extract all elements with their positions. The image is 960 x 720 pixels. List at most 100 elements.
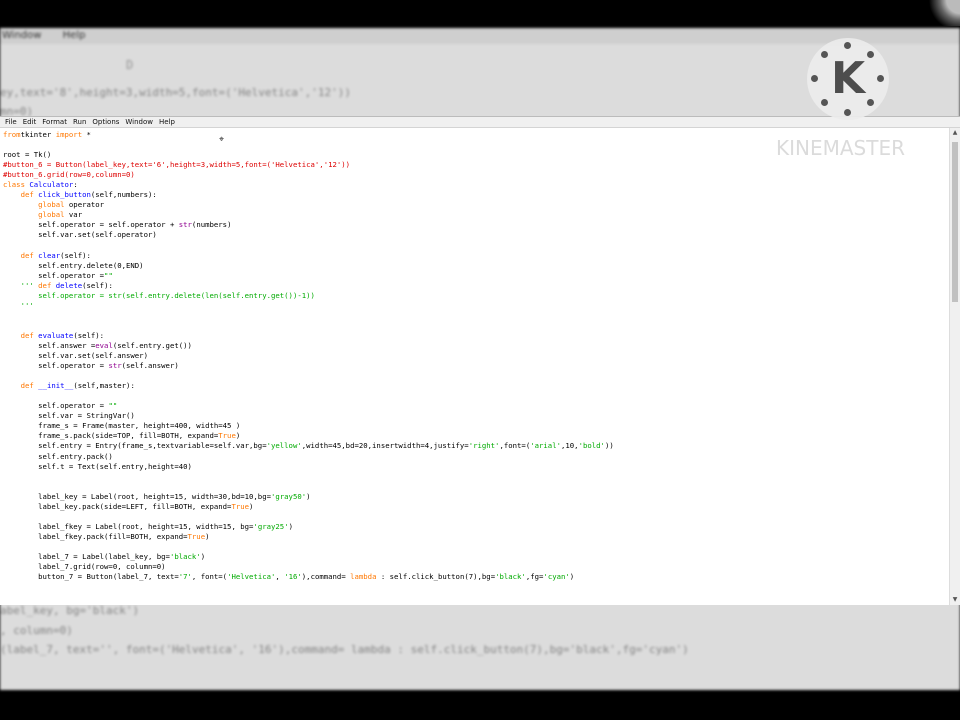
code-token: , font=( [191, 572, 228, 582]
menu-edit[interactable]: Edit [21, 117, 41, 127]
code-token: ,10, [561, 441, 579, 451]
code-token: "" [108, 401, 118, 411]
code-token: )) [604, 441, 614, 451]
code-line: #button_6.grid(row=0,column=0) [3, 170, 950, 180]
code-token: global [38, 200, 65, 210]
background-code-line: , column=0) [0, 623, 73, 637]
code-line: def __init__(self,master): [3, 381, 950, 391]
menu-options[interactable]: Options [90, 117, 123, 127]
code-text[interactable]: fromtkinter import * root = Tk() #button_… [0, 128, 950, 582]
code-token: self.entry.pack() [3, 451, 113, 461]
code-token: __init__ [38, 381, 74, 391]
code-line: self.answer =eval(self.entry.get()) [3, 341, 950, 351]
editor-window: File Edit Format Run Options Window Help… [0, 116, 960, 605]
code-token: 'arial' [530, 441, 561, 451]
code-token: ) [235, 431, 241, 441]
code-line: self.operator = str(self.answer) [3, 361, 950, 371]
code-line: def evaluate(self): [3, 331, 950, 341]
code-token: tkinter [20, 130, 56, 139]
code-token: '16' [284, 572, 302, 582]
code-line: self.entry = Entry(frame_s,textvariable=… [3, 441, 950, 451]
scroll-up-arrow-icon[interactable]: ▲ [950, 128, 960, 138]
code-token: global [38, 210, 65, 220]
code-token: def [33, 280, 52, 290]
code-token: eval [95, 340, 113, 350]
menu-run[interactable]: Run [71, 117, 90, 127]
code-token: button_7 = Button(label_7, text= [3, 572, 179, 582]
code-token: (self): [82, 280, 113, 290]
code-token: : self.click_button(7),bg= [376, 572, 496, 582]
background-menu-help: Help [62, 30, 86, 41]
code-line: label_7.grid(row=0, column=0) [3, 562, 950, 572]
code-token: ,width=45,bd=20,insertwidth=4,justify= [301, 441, 469, 451]
code-token: var [64, 210, 83, 220]
code-token: ) [306, 491, 311, 501]
code-token: def [20, 330, 34, 340]
menu-window[interactable]: Window [123, 117, 157, 127]
code-token: from [3, 130, 21, 139]
code-token: label_fkey = Label(root, height=15, widt… [3, 521, 254, 531]
code-token: ),command= [301, 572, 351, 582]
code-token: 'gray25' [253, 521, 289, 531]
code-token: #button_6.grid(row=0,column=0) [3, 170, 135, 180]
code-token: lambda [350, 572, 377, 582]
code-line: label_fkey.pack(fill=BOTH, expand=True) [3, 532, 950, 542]
code-line: button_7 = Button(label_7, text='7', fon… [3, 572, 950, 582]
code-token: click_button [38, 190, 91, 200]
code-line: ''' def delete(self): [3, 281, 950, 291]
code-token: ) [249, 501, 254, 511]
background-code-line: ey,text='8',height=3,width=5,font=('Helv… [0, 86, 351, 99]
logo-letter: K [830, 53, 866, 104]
code-token: (self,master): [73, 381, 135, 391]
code-editor[interactable]: fromtkinter import * root = Tk() #button_… [0, 128, 950, 605]
code-token: 'right' [468, 441, 500, 451]
background-glyph: D [126, 58, 134, 72]
code-line: global operator [3, 200, 950, 210]
code-token: 'bold' [578, 441, 605, 451]
background-menu-window: Window [2, 30, 42, 41]
code-token: self.answer = [3, 340, 96, 350]
vertical-scrollbar[interactable]: ▲ ▼ [949, 128, 960, 605]
code-line: ''' [3, 301, 950, 311]
code-token: ,font=( [499, 441, 531, 451]
scroll-thumb[interactable] [952, 142, 958, 302]
code-token: label_7.grid(row=0, column=0) [3, 562, 166, 572]
kinemaster-logo: K [807, 38, 889, 120]
code-line: global var [3, 210, 950, 220]
code-token: label_key.pack(side=LEFT, fill=BOTH, exp… [3, 501, 232, 511]
background-code-line: abel_key, bg='black') [0, 604, 140, 618]
code-line: frame_s.pack(side=TOP, fill=BOTH, expand… [3, 431, 950, 441]
code-line: label_7 = Label(label_key, bg='black') [3, 552, 950, 562]
code-token: self.entry = Entry(frame_s,textvariable=… [3, 441, 267, 451]
code-token: #button_6 = Button(label_key,text='6',he… [3, 160, 351, 170]
code-token: ) [288, 521, 293, 531]
code-token: def [20, 250, 34, 260]
scroll-down-arrow-icon[interactable]: ▼ [950, 595, 960, 605]
code-token: frame_s = Frame(master, height=400, widt… [3, 421, 241, 431]
kinemaster-watermark-text: KINEMASTER [776, 136, 905, 160]
code-token: '7' [178, 572, 192, 582]
code-token: class [3, 180, 25, 190]
code-token: self.operator = self.operator + [3, 220, 179, 230]
code-token: (self.entry.get()) [112, 340, 192, 350]
code-line: self.t = Text(self.entry,height=40) [3, 462, 950, 472]
code-token: label_key = Label(root, height=15, width… [3, 491, 271, 501]
mouse-cursor-icon: ⌖ [219, 135, 225, 145]
menu-help[interactable]: Help [157, 117, 179, 127]
menu-file[interactable]: File [3, 117, 21, 127]
menu-format[interactable]: Format [40, 117, 71, 127]
code-token: 'cyan' [543, 572, 570, 582]
code-token: def [20, 190, 34, 200]
code-token: ) [569, 572, 575, 582]
